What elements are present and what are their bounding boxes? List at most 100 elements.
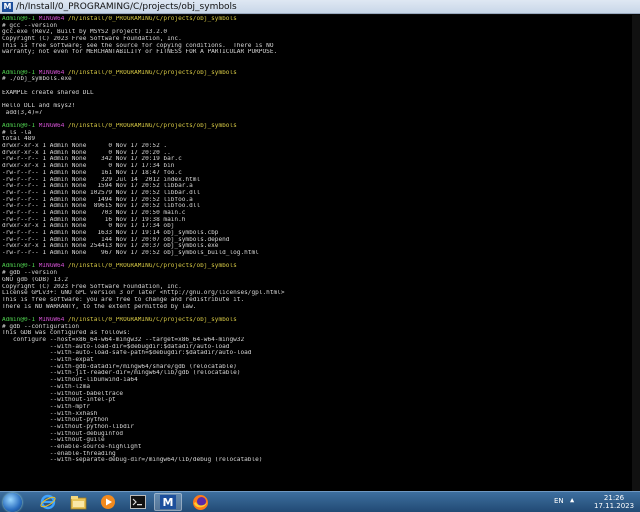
line-text: drwxr-xr-x 1 Admin None 0 Nov 17 20:52 . xyxy=(2,143,168,150)
terminal-line: Admin@0-1 MINGW64 /h/Install/0_PROGRAMIN… xyxy=(2,16,630,23)
prompt-user: Admin@0-1 xyxy=(2,123,39,129)
terminal-line: Admin@0-1 MINGW64 /h/Install/0_PROGRAMIN… xyxy=(2,123,630,130)
terminal-line: --enable-source-highlight xyxy=(2,444,630,451)
terminal-line: -rw-r--r-- 1 Admin None 1494 Nov 17 20:5… xyxy=(2,197,630,204)
line-text: drwxr-xr-x 1 Admin None 0 Nov 17 17:34 b… xyxy=(2,163,175,170)
terminal-line: gcc.exe (Rev2, Built by MSYS2 project) 1… xyxy=(2,29,630,36)
line-text: -rw-r--r-- 1 Admin None 1494 Nov 17 20:5… xyxy=(2,196,193,203)
terminal-line: License GPLv3+: GNU GPL version 3 or lat… xyxy=(2,290,630,297)
line-text: -rwxr-xr-x 1 Admin None 254413 Nov 17 20… xyxy=(2,243,219,250)
taskbar-item-firefox[interactable] xyxy=(186,493,214,511)
terminal-line: This GDB was configured as follows: xyxy=(2,330,630,337)
line-text: # gdb --version xyxy=(2,270,58,277)
line-text: drwxr-xr-x 1 Admin None 0 Nov 17 20:20 .… xyxy=(2,149,171,156)
internet-explorer-icon xyxy=(40,494,56,510)
line-text: -rw-r--r-- 1 Admin None 89615 Nov 17 20:… xyxy=(2,203,201,210)
taskbar-item-terminal[interactable] xyxy=(124,493,152,511)
prompt-path: /h/Install/0_PROGRAMING/C/projects/obj_s… xyxy=(68,69,237,76)
taskbar-item-media-player[interactable] xyxy=(94,493,122,511)
terminal-line: drwxr-xr-x 1 Admin None 0 Nov 17 17:34 o… xyxy=(2,223,630,230)
prompt-path: /h/Install/0_PROGRAMING/C/projects/obj_s… xyxy=(68,316,237,323)
file-explorer-icon xyxy=(70,495,86,509)
terminal-line: warranty; not even for MERCHANTABILITY o… xyxy=(2,49,630,56)
line-text: --without-libunwind-ia64 xyxy=(2,377,138,384)
terminal-scrollbar[interactable] xyxy=(632,15,640,491)
terminal-line: -rw-r--r-- 1 Admin None 329 Jul 14 2012 … xyxy=(2,177,630,184)
line-text: -rw-r--r-- 1 Admin None 967 Nov 17 20:52… xyxy=(2,250,259,257)
line-text: This GDB was configured as follows: xyxy=(2,330,131,337)
line-text: --with-expat xyxy=(2,357,94,364)
window-title: /h/Install/0_PROGRAMING/C/projects/obj_s… xyxy=(16,1,237,12)
terminal-line: --with-mpfr xyxy=(2,404,630,411)
terminal-line: --with-auto-load-safe-path=$debugdir:$da… xyxy=(2,350,630,357)
prompt-path: /h/Install/0_PROGRAMING/C/projects/obj_s… xyxy=(68,16,237,22)
terminal-line: Admin@0-1 MINGW64 /h/Install/0_PROGRAMIN… xyxy=(2,263,630,270)
language-indicator[interactable]: EN xyxy=(554,497,564,505)
line-text: --without-python-libdir xyxy=(2,423,135,430)
line-text: -rw-r--r-- 1 Admin None 16 Nov 17 19:38 … xyxy=(2,216,186,223)
line-text: --with-gdb-datadir=/mingw64/share/gdb (r… xyxy=(2,363,237,370)
line-text: -rw-r--r-- 1 Admin None 1594 Nov 17 20:5… xyxy=(2,183,193,190)
terminal-line: This is free software: you are free to c… xyxy=(2,297,630,304)
terminal-line: # gdb --version xyxy=(2,270,630,277)
terminal-line: --with-jit-reader-dir=/mingw64/lib/gdb (… xyxy=(2,370,630,377)
terminal-icon xyxy=(130,495,146,509)
terminal-line: drwxr-xr-x 1 Admin None 0 Nov 17 17:34 b… xyxy=(2,163,630,170)
line-text: This is free software: you are free to c… xyxy=(2,296,245,303)
tray-expand-icon[interactable]: ▲ xyxy=(570,496,574,504)
terminal-line: --without-babeltrace xyxy=(2,391,630,398)
terminal-line: --with-separate-debug-dir=/mingw64/lib/d… xyxy=(2,457,630,464)
prompt-user: Admin@0-1 xyxy=(2,16,39,22)
terminal-line: --without-libunwind-ia64 xyxy=(2,377,630,384)
terminal-line: # gdb --configuration xyxy=(2,324,630,331)
terminal-lines: Admin@0-1 MINGW64 /h/Install/0_PROGRAMIN… xyxy=(2,16,630,464)
terminal-line: drwxr-xr-x 1 Admin None 0 Nov 17 20:52 . xyxy=(2,143,630,150)
line-text: --with-jit-reader-dir=/mingw64/lib/gdb (… xyxy=(2,370,241,377)
terminal-line: -rw-r--r-- 1 Admin None 967 Nov 17 20:52… xyxy=(2,250,630,257)
terminal-line: --with-lzma xyxy=(2,384,630,391)
line-text: -rw-r--r-- 1 Admin None 342 Nov 17 20:19… xyxy=(2,156,182,163)
terminal-output[interactable]: Admin@0-1 MINGW64 /h/Install/0_PROGRAMIN… xyxy=(0,15,640,491)
firefox-icon xyxy=(192,494,208,510)
terminal-line: -rw-r--r-- 1 Admin None 703 Nov 17 20:50… xyxy=(2,210,630,217)
line-text: add(3,4)=7 xyxy=(2,109,43,116)
terminal-line: Hello DLL and msys2! xyxy=(2,103,630,110)
title-bar: M /h/Install/0_PROGRAMING/C/projects/obj… xyxy=(0,0,640,14)
line-text: -rw-r--r-- 1 Admin None 703 Nov 17 20:50… xyxy=(2,209,186,216)
line-text: total 489 xyxy=(2,136,36,143)
line-text: EXAMPLE create shared DLL xyxy=(2,89,94,96)
line-text: --without-babeltrace xyxy=(2,390,124,397)
line-text: --without-guile xyxy=(2,437,105,444)
line-text: --without-python xyxy=(2,417,109,424)
terminal-line: --enable-threading xyxy=(2,451,630,458)
taskbar-item-internet-explorer[interactable] xyxy=(34,493,62,511)
mingw-app-icon[interactable]: M xyxy=(2,1,13,12)
taskbar-item-mingw[interactable]: M xyxy=(154,493,182,511)
svg-text:M: M xyxy=(163,496,174,509)
terminal-line: # ls -la xyxy=(2,130,630,137)
terminal-line: -rw-r--r-- 1 Admin None 102579 Nov 17 20… xyxy=(2,190,630,197)
line-text: GNU gdb (GDB) 13.2 xyxy=(2,276,69,283)
taskbar-item-file-explorer[interactable] xyxy=(64,493,92,511)
line-text: -rw-r--r-- 1 Admin None 102579 Nov 17 20… xyxy=(2,189,201,196)
terminal-line: configure --host=x86_64-w64-mingw32 --ta… xyxy=(2,337,630,344)
line-text: --with-auto-load-dir=$debugdir:$datadir/… xyxy=(2,343,230,350)
terminal-line: add(3,4)=7 xyxy=(2,110,630,117)
line-text: # gcc --version xyxy=(2,22,58,29)
media-player-icon xyxy=(101,495,115,509)
terminal-line: total 489 xyxy=(2,136,630,143)
terminal-line: drwxr-xr-x 1 Admin None 0 Nov 17 20:20 .… xyxy=(2,150,630,157)
start-button[interactable] xyxy=(3,493,22,512)
prompt-user: Admin@0-1 xyxy=(2,69,39,76)
system-clock[interactable]: 21:26 17.11.2023 xyxy=(594,494,634,510)
line-text: -rw-r--r-- 1 Admin None 161 Nov 17 18:47… xyxy=(2,169,182,176)
terminal-line: --without-intel-pt xyxy=(2,397,630,404)
terminal-line: -rw-r--r-- 1 Admin None 342 Nov 17 20:19… xyxy=(2,156,630,163)
terminal-line: Admin@0-1 MINGW64 /h/Install/0_PROGRAMIN… xyxy=(2,70,630,77)
taskbar: M EN ▲ 21:26 17.11.2023 xyxy=(0,491,640,512)
line-text: --enable-threading xyxy=(2,450,116,457)
